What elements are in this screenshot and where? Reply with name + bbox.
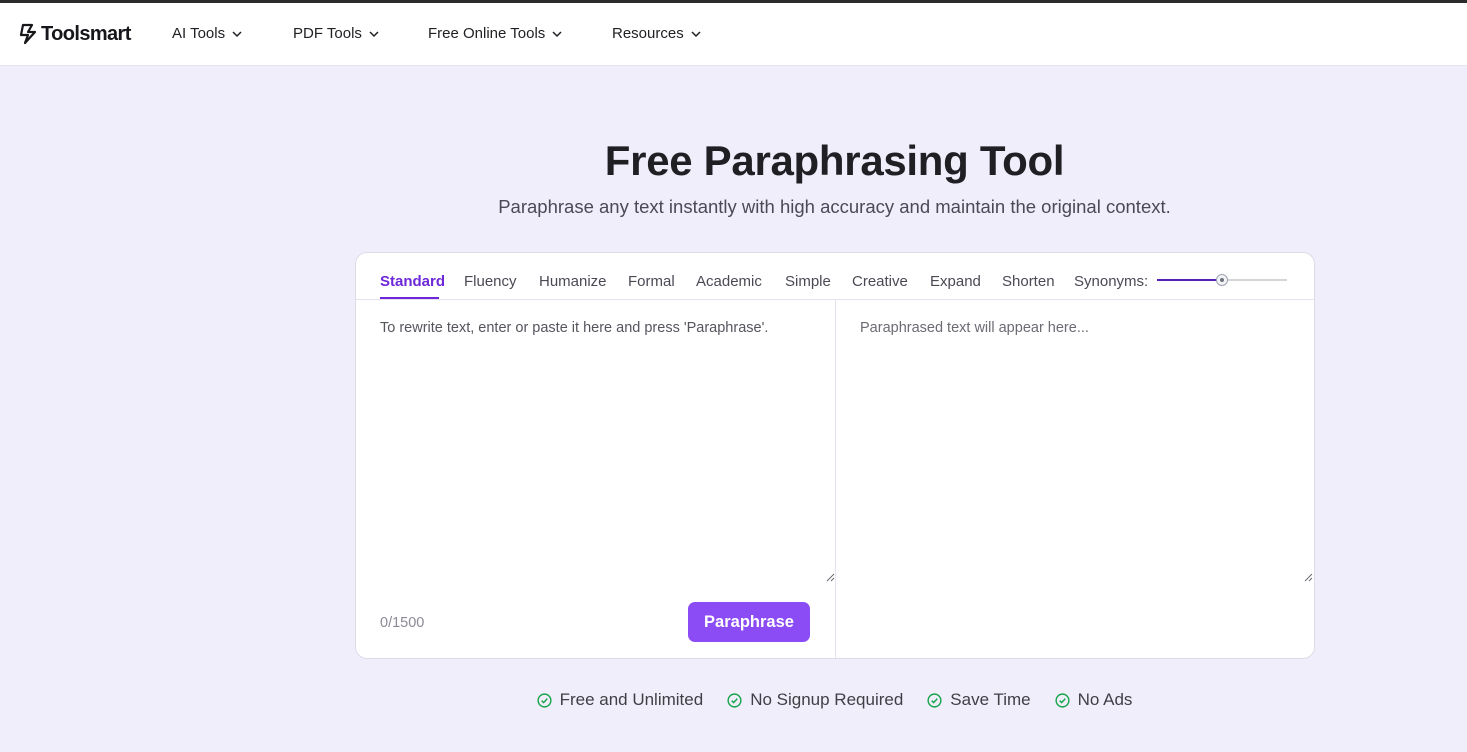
paraphrase-button[interactable]: Paraphrase [688,602,810,642]
chevron-down-icon [369,30,379,37]
nav-free-online-tools-label: Free Online Tools [428,25,546,42]
nav-ai-tools-label: AI Tools [172,25,226,42]
check-circle-icon [536,692,552,708]
feature-item: Save Time [927,690,1031,710]
tab-shorten[interactable]: Shorten [1002,273,1055,290]
nav-ai-tools[interactable]: AI Tools [172,25,243,42]
tab-fluency[interactable]: Fluency [464,273,517,290]
resize-grip-icon[interactable] [826,573,835,582]
tab-academic[interactable]: Academic [696,273,762,290]
nav-free-online-tools[interactable]: Free Online Tools [428,25,563,42]
slider-fill [1157,279,1222,281]
top-navbar: Toolsmart AI Tools PDF Tools Free Online… [0,3,1467,66]
synonyms-slider[interactable] [1157,274,1287,286]
tab-formal[interactable]: Formal [628,273,675,290]
character-counter: 0/1500 [380,615,425,631]
feature-list: Free and Unlimited No Signup Required Sa… [355,690,1314,710]
tab-expand[interactable]: Expand [930,273,981,290]
page-title: Free Paraphrasing Tool [604,137,1065,184]
chevron-down-icon [232,30,242,37]
feature-label: Free and Unlimited [559,690,704,709]
check-circle-icon [1055,692,1070,708]
tab-simple[interactable]: Simple [785,273,831,290]
check-circle-icon [927,692,942,708]
chevron-down-icon [691,30,701,37]
bolt-logo-icon [19,23,37,45]
output-text-area[interactable] [836,301,1314,583]
feature-label: Save Time [950,690,1031,709]
tab-creative[interactable]: Creative [852,273,908,290]
feature-item: No Ads [1055,690,1133,710]
nav-pdf-tools[interactable]: PDF Tools [293,25,380,42]
feature-label: No Ads [1077,690,1133,709]
synonyms-label: Synonyms: [1074,273,1149,290]
brand-name: Toolsmart [41,22,131,45]
brand-logo[interactable]: Toolsmart [19,21,131,47]
feature-item: Free and Unlimited [536,690,704,710]
feature-item: No Signup Required [727,690,903,710]
nav-pdf-tools-label: PDF Tools [293,25,362,42]
chevron-down-icon [552,30,562,37]
tab-standard[interactable]: Standard [380,273,445,290]
tab-humanize[interactable]: Humanize [539,273,607,290]
active-tab-indicator [380,297,439,299]
nav-resources-label: Resources [612,25,684,42]
mode-tabs: Standard Fluency Humanize Formal Academi… [356,253,1314,300]
slider-thumb[interactable] [1216,274,1228,286]
check-circle-icon [727,692,742,708]
resize-grip-icon[interactable] [1304,573,1313,582]
input-text-area[interactable] [356,301,835,583]
feature-label: No Signup Required [750,690,904,709]
paraphrase-card: Standard Fluency Humanize Formal Academi… [355,252,1315,659]
nav-resources[interactable]: Resources [612,25,702,42]
page-subtitle: Paraphrase any text instantly with high … [498,196,1171,217]
